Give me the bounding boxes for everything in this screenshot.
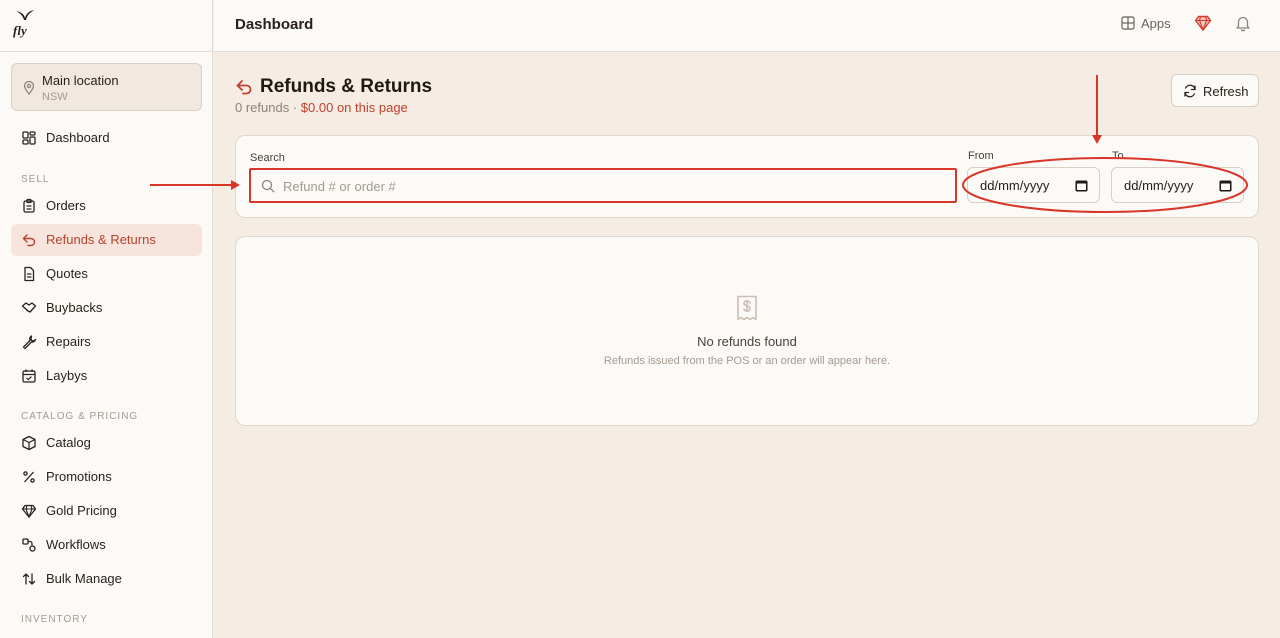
workflow-icon	[22, 538, 36, 552]
from-date-value: dd/mm/yyyy	[980, 178, 1050, 193]
to-label: To	[1112, 150, 1124, 162]
calendar-check-icon	[22, 369, 36, 383]
search-input[interactable]	[283, 176, 943, 196]
refund-count: 0 refunds	[235, 100, 290, 115]
sidebar-divider	[0, 51, 213, 52]
empty-state-title: No refunds found	[697, 334, 797, 349]
sidebar-item-label: Bulk Manage	[46, 571, 122, 586]
sidebar-item-gold-pricing[interactable]: Gold Pricing	[11, 495, 202, 527]
map-pin-icon	[23, 81, 35, 95]
sidebar-item-label: Promotions	[46, 469, 112, 484]
sidebar-item-label: Gold Pricing	[46, 503, 117, 518]
document-icon	[24, 266, 35, 282]
sidebar-item-label: Orders	[46, 198, 86, 213]
empty-state-subtitle: Refunds issued from the POS or an order …	[603, 355, 891, 367]
sidebar-item-label: Laybys	[46, 368, 88, 383]
empty-state-card	[235, 236, 1259, 426]
top-header: Dashboard Apps	[214, 0, 1280, 52]
calendar-icon[interactable]	[1075, 179, 1088, 192]
gem-icon	[1194, 15, 1212, 32]
sidebar-item-catalog[interactable]: Catalog	[11, 427, 202, 459]
sidebar: fly Main location NSW Dashboard SELL Ord…	[0, 0, 213, 638]
sidebar-item-dashboard[interactable]: Dashboard	[11, 122, 202, 154]
sidebar-item-label: Catalog	[46, 435, 91, 450]
receipt-dollar-icon	[737, 295, 757, 321]
sidebar-item-orders[interactable]: Orders	[11, 190, 202, 222]
calendar-icon[interactable]	[1219, 179, 1232, 192]
summary-separator: ·	[292, 100, 298, 115]
section-label-sell: SELL	[21, 174, 50, 185]
page-title: Refunds & Returns	[260, 76, 433, 97]
sidebar-item-label: Dashboard	[46, 130, 110, 145]
sidebar-item-workflows[interactable]: Workflows	[11, 529, 202, 561]
apps-label: Apps	[1141, 16, 1171, 31]
handshake-icon	[21, 302, 37, 313]
page-summary: 0 refunds · $0.00 on this page	[235, 100, 408, 115]
sidebar-item-buybacks[interactable]: Buybacks	[11, 292, 202, 324]
search-label: Search	[250, 152, 285, 164]
location-region: NSW	[42, 91, 68, 103]
sort-arrows-icon	[22, 573, 36, 585]
sidebar-item-label: Buybacks	[46, 300, 103, 315]
refund-amount: $0.00 on this page	[300, 100, 408, 115]
clipboard-icon	[23, 198, 35, 213]
dashboard-grid-icon	[22, 131, 36, 145]
refresh-button[interactable]: Refresh	[1171, 74, 1259, 107]
undo-arrow-icon	[236, 80, 252, 95]
refresh-icon	[1184, 84, 1196, 98]
to-date-input[interactable]: dd/mm/yyyy	[1111, 167, 1244, 203]
sidebar-item-quotes[interactable]: Quotes	[11, 258, 202, 290]
location-selector[interactable]: Main location NSW	[11, 63, 202, 111]
sidebar-item-label: Quotes	[46, 266, 88, 281]
bird-logo-icon	[16, 10, 34, 20]
gem-button[interactable]	[1194, 14, 1212, 37]
sidebar-item-label: Refunds & Returns	[46, 232, 156, 247]
sidebar-item-bulk-manage[interactable]: Bulk Manage	[11, 563, 202, 595]
sidebar-item-label: Workflows	[46, 537, 106, 552]
to-date-value: dd/mm/yyyy	[1124, 178, 1194, 193]
from-label: From	[968, 150, 994, 162]
notifications-button[interactable]	[1234, 14, 1252, 37]
from-date-input[interactable]: dd/mm/yyyy	[967, 167, 1100, 203]
header-title: Dashboard	[235, 16, 314, 33]
app-logo[interactable]: fly	[13, 9, 37, 39]
refresh-label: Refresh	[1203, 84, 1249, 99]
section-label-catalog: CATALOG & PRICING	[21, 411, 139, 422]
percent-icon	[23, 471, 35, 483]
search-icon	[261, 179, 275, 193]
section-label-inventory: INVENTORY	[21, 614, 88, 625]
search-field[interactable]	[249, 168, 957, 203]
sidebar-item-refunds[interactable]: Refunds & Returns	[11, 224, 202, 256]
bell-icon	[1236, 16, 1250, 32]
location-name: Main location	[42, 73, 119, 88]
logo-text: fly	[13, 23, 27, 38]
undo-arrow-icon	[22, 234, 36, 247]
box-icon	[22, 435, 36, 451]
sidebar-item-promotions[interactable]: Promotions	[11, 461, 202, 493]
diamond-icon	[21, 504, 37, 519]
grid-icon	[1121, 16, 1135, 30]
